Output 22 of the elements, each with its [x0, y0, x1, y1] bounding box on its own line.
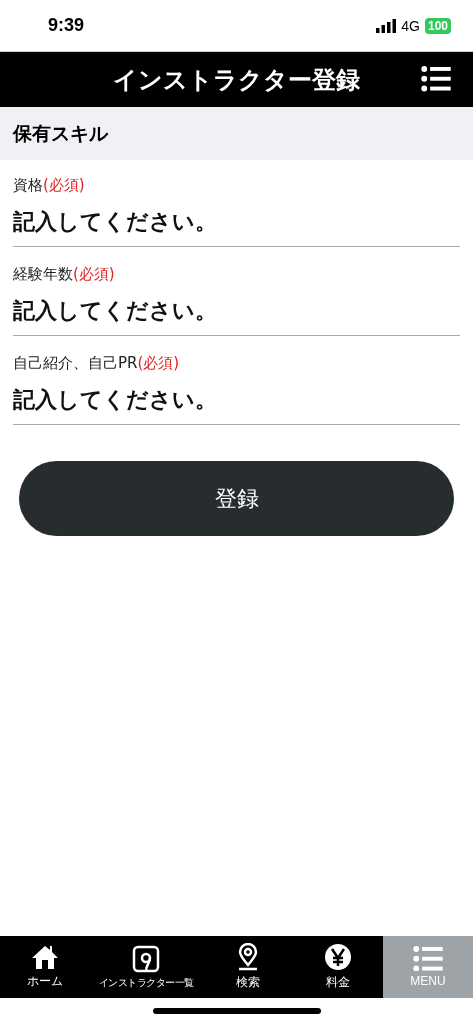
- field-label: 資格: [13, 176, 43, 195]
- map-pin-square-icon: [132, 944, 161, 973]
- battery-level: 100: [424, 17, 451, 34]
- signal-icon: [376, 18, 397, 33]
- yen-icon: [323, 943, 352, 971]
- input-field[interactable]: 記入してください。: [13, 195, 460, 247]
- required-mark: (必須): [137, 354, 180, 373]
- home-icon: [31, 944, 60, 970]
- page-title: インストラクター登録: [113, 64, 360, 96]
- field-label: 経験年数: [13, 265, 73, 284]
- required-mark: (必須): [73, 265, 115, 284]
- section-title: 保有スキル: [13, 120, 108, 146]
- input-field[interactable]: 記入してください。: [13, 373, 460, 425]
- register-button[interactable]: 登録: [19, 461, 454, 536]
- required-mark: (必須): [43, 176, 85, 195]
- network-type: 4G: [401, 17, 420, 34]
- menu-icon: [412, 945, 443, 972]
- menu-icon: [421, 66, 451, 92]
- status-time: 9:39: [48, 15, 85, 36]
- input-field[interactable]: 記入してください。: [13, 284, 460, 336]
- menu-button[interactable]: [421, 66, 451, 92]
- field-label: 自己紹介、自己PR: [13, 354, 138, 373]
